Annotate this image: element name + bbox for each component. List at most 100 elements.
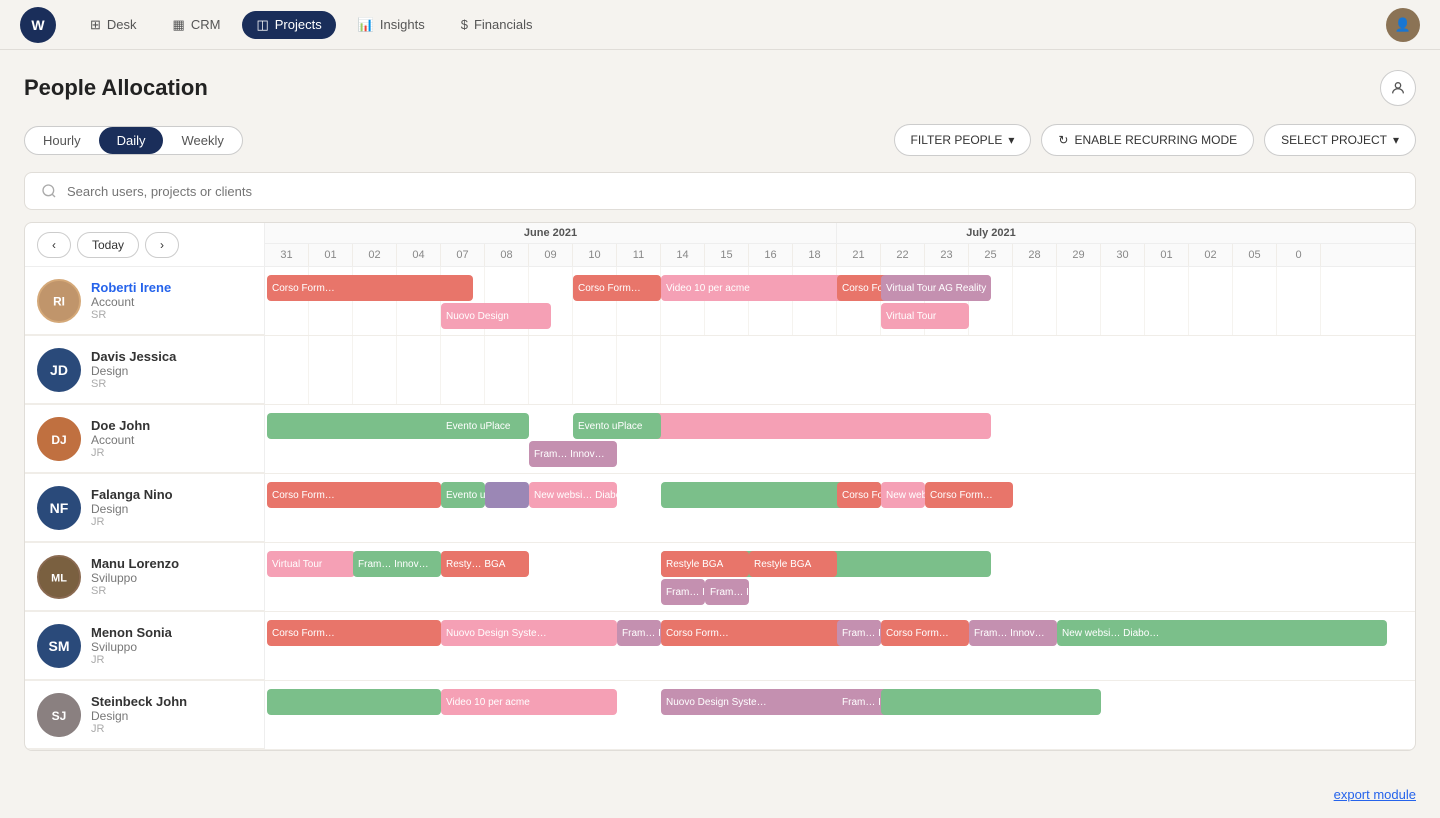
person-role-steinbeck: JR xyxy=(91,723,252,735)
date-j0: 0 xyxy=(1277,244,1321,266)
person-info-falanga: Falanga Nino Design JR xyxy=(91,487,252,528)
person-roberti: RI Roberti Irene Account SR xyxy=(25,267,265,335)
event-restyle-bga-manu3[interactable]: Restyle BGA xyxy=(749,551,837,577)
avatar-manu: ML xyxy=(37,555,81,599)
weekly-view-btn[interactable]: Weekly xyxy=(163,127,241,154)
event-purple-falanga[interactable] xyxy=(485,482,529,508)
event-green-steinbeck[interactable] xyxy=(267,689,441,715)
event-pink-doe[interactable] xyxy=(617,413,991,439)
date-j02: 02 xyxy=(1189,244,1233,266)
user-avatar[interactable]: 👤 xyxy=(1386,8,1420,42)
svg-text:ML: ML xyxy=(51,572,67,584)
person-name-manu: Manu Lorenzo xyxy=(91,556,252,571)
event-evento-uplace-doe1[interactable]: Evento uPlace xyxy=(441,413,529,439)
select-project-btn[interactable]: SELECT PROJECT ▾ xyxy=(1264,124,1416,156)
event-corso-menon3[interactable]: Corso Form… xyxy=(881,620,969,646)
nav-insights[interactable]: 📊 Insights xyxy=(344,11,439,39)
nav-desk[interactable]: ⊞ Desk xyxy=(76,11,151,39)
event-corso-falanga2[interactable]: Corso Form… xyxy=(837,482,881,508)
insights-icon: 📊 xyxy=(358,17,374,33)
filter-people-btn[interactable]: FILTER PEOPLE ▾ xyxy=(894,124,1032,156)
event-virtual-tour-ag[interactable]: Virtual Tour AG Reality xyxy=(881,275,991,301)
prev-btn[interactable]: ‹ xyxy=(37,232,71,258)
svg-text:DJ: DJ xyxy=(51,433,66,447)
event-new-websi-menon[interactable]: New websi… Diabo… xyxy=(1057,620,1387,646)
person-role-menon: JR xyxy=(91,654,252,666)
date-16: 16 xyxy=(749,244,793,266)
app-logo[interactable]: W xyxy=(20,7,56,43)
event-nuovo-design[interactable]: Nuovo Design xyxy=(441,303,551,329)
page-action-button[interactable] xyxy=(1380,70,1416,106)
today-btn[interactable]: Today xyxy=(77,232,139,258)
nav-financials[interactable]: $ Financials xyxy=(447,11,547,38)
event-virtual-tour-manu[interactable]: Virtual Tour xyxy=(267,551,355,577)
svg-text:RI: RI xyxy=(53,294,65,308)
hourly-view-btn[interactable]: Hourly xyxy=(25,127,99,154)
event-fram-innov-manu[interactable]: Fram… Innov… xyxy=(353,551,441,577)
event-fram-innov-menon2[interactable]: Fram… Innov… xyxy=(837,620,881,646)
event-fram-innov-menon3[interactable]: Fram… Innov… xyxy=(969,620,1057,646)
enable-recurring-btn[interactable]: ↻ ENABLE RECURRING MODE xyxy=(1041,124,1254,156)
crm-icon: ▦ xyxy=(173,17,185,33)
event-corso-form-1[interactable]: Corso Form… xyxy=(267,275,473,301)
row-manu: ML Manu Lorenzo Sviluppo SR Virtual Tour… xyxy=(25,543,1415,612)
row-steinbeck: SJ Steinbeck John Design JR Video 10 per… xyxy=(25,681,1415,750)
timeline-doe: Evento uPlace Evento uPlace Fram… Innov… xyxy=(265,405,1415,473)
june-label: June 2021 xyxy=(265,223,837,243)
search-input[interactable] xyxy=(67,184,1399,199)
nav-projects[interactable]: ◫ Projects xyxy=(242,11,335,39)
person-role-davis: SR xyxy=(91,378,252,390)
avatar-davis: JD xyxy=(37,348,81,392)
event-corso-menon[interactable]: Corso Form… xyxy=(267,620,441,646)
event-evento-uplace-doe2[interactable]: Evento uPlace xyxy=(573,413,661,439)
timeline-steinbeck: Video 10 per acme Nuovo Design Syste… Fr… xyxy=(265,681,1415,749)
person-name-steinbeck: Steinbeck John xyxy=(91,694,252,709)
event-evento-falanga[interactable]: Evento uPlace xyxy=(441,482,485,508)
person-name-falanga: Falanga Nino xyxy=(91,487,252,502)
search-icon xyxy=(41,183,57,199)
date-08: 08 xyxy=(485,244,529,266)
nav-projects-label: Projects xyxy=(275,17,322,32)
nav-crm[interactable]: ▦ CRM xyxy=(159,11,235,39)
date-25: 25 xyxy=(969,244,1013,266)
event-green-steinbeck2[interactable] xyxy=(881,689,1101,715)
nav-crm-label: CRM xyxy=(191,17,221,32)
person-dept-manu: Sviluppo xyxy=(91,571,252,585)
date-18: 18 xyxy=(793,244,837,266)
person-dept-davis: Design xyxy=(91,364,252,378)
recurring-icon: ↻ xyxy=(1058,133,1068,147)
export-link[interactable]: export module xyxy=(1334,787,1416,802)
daily-view-btn[interactable]: Daily xyxy=(99,127,164,154)
person-info-davis: Davis Jessica Design SR xyxy=(91,349,252,390)
date-04: 04 xyxy=(397,244,441,266)
event-fram-innov-menon[interactable]: Fram… Innov… xyxy=(617,620,661,646)
avatar-image-steinbeck: SJ xyxy=(37,693,81,737)
person-davis: JD Davis Jessica Design SR xyxy=(25,336,265,404)
event-fram-innov-manu3[interactable]: Fram… Innov… xyxy=(705,579,749,605)
event-fram-innov-manu2[interactable]: Fram… Innov… xyxy=(661,579,705,605)
row-doe: DJ Doe John Account JR Evento uPlace Eve… xyxy=(25,405,1415,474)
person-info-roberti: Roberti Irene Account SR xyxy=(91,280,252,321)
event-resty-bga-manu1[interactable]: Resty… BGA xyxy=(441,551,529,577)
financials-icon: $ xyxy=(461,17,468,32)
next-btn[interactable]: › xyxy=(145,232,179,258)
row-davis: JD Davis Jessica Design SR xyxy=(25,336,1415,405)
person-info-manu: Manu Lorenzo Sviluppo SR xyxy=(91,556,252,597)
person-dept-steinbeck: Design xyxy=(91,709,252,723)
event-nuovo-design-menon[interactable]: Nuovo Design Syste… xyxy=(441,620,617,646)
event-corso-form-3[interactable]: Corso Form… xyxy=(573,275,661,301)
event-video-steinbeck[interactable]: Video 10 per acme xyxy=(441,689,617,715)
top-nav: W ⊞ Desk ▦ CRM ◫ Projects 📊 Insights $ F… xyxy=(0,0,1440,50)
event-virtual-tour-2[interactable]: Virtual Tour xyxy=(881,303,969,329)
event-frame-innov-doe[interactable]: Fram… Innov… xyxy=(529,441,617,467)
person-steinbeck: SJ Steinbeck John Design JR xyxy=(25,681,265,749)
event-new-websi-falanga[interactable]: New websi… Diabo… xyxy=(529,482,617,508)
event-corso-falanga3[interactable]: Corso Form… xyxy=(925,482,1013,508)
chevron-right-icon: › xyxy=(160,238,164,252)
event-corso-falanga[interactable]: Corso Form… xyxy=(267,482,441,508)
date-28: 28 xyxy=(1013,244,1057,266)
date-j01: 01 xyxy=(1145,244,1189,266)
event-restyle-bga-manu2[interactable]: Restyle BGA xyxy=(661,551,749,577)
date-11: 11 xyxy=(617,244,661,266)
event-new-websi-falanga2[interactable]: New websi… Diabo… xyxy=(881,482,925,508)
